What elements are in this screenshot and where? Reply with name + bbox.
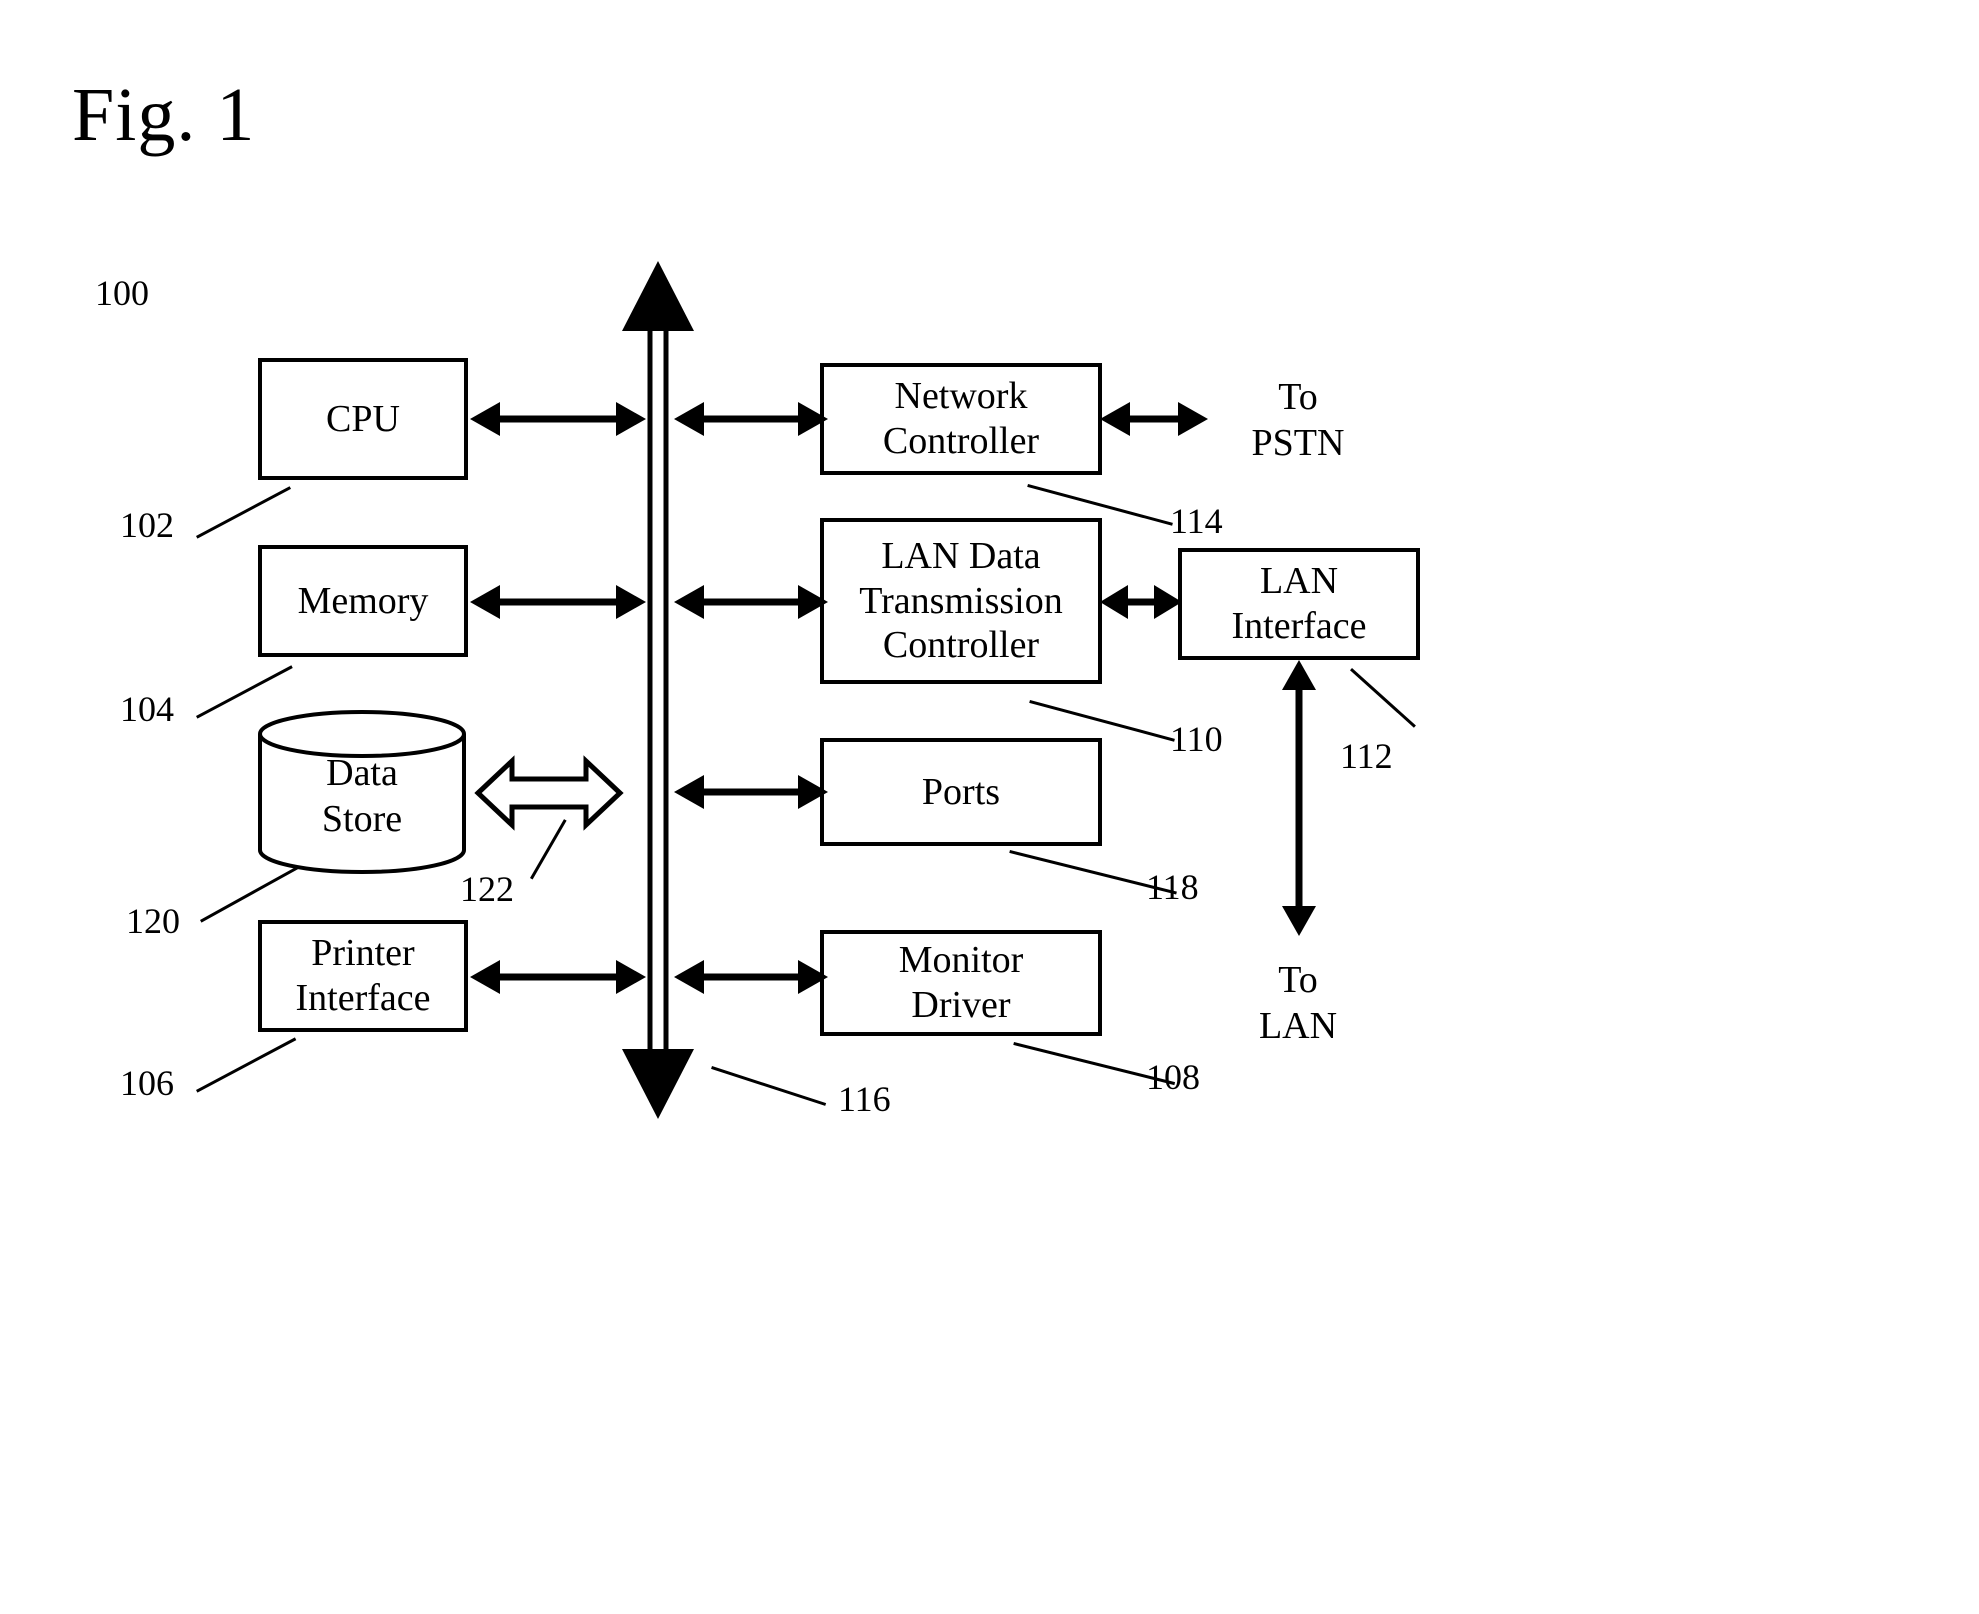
block-lan-data-transmission-controller[interactable]: LAN Data Transmission Controller — [820, 518, 1102, 684]
arrow-data-store-bus-hollow — [474, 755, 624, 831]
leader-line-110 — [1029, 700, 1175, 742]
ref-numeral-108: 108 — [1146, 1057, 1200, 1097]
block-data-store-label-line1: Data — [326, 752, 398, 795]
block-monitor-driver-label-line2: Driver — [911, 984, 1011, 1026]
block-lan-ctrl-label-line3: Controller — [882, 624, 1040, 667]
ref-numeral-102: 102 — [120, 505, 174, 545]
block-ports[interactable]: Ports — [820, 738, 1102, 846]
ref-numeral-120: 120 — [126, 901, 180, 941]
external-label-lan-line2: LAN — [1258, 1004, 1338, 1047]
block-lan-interface-label-line2: Interface — [1231, 605, 1367, 647]
block-cpu[interactable]: CPU — [258, 358, 468, 480]
arrow-printer-bus — [470, 960, 646, 994]
external-label-lan-line1: To — [1278, 959, 1318, 1001]
block-printer-interface-label-line2: Interface — [295, 977, 431, 1019]
leader-line-116 — [711, 1066, 827, 1106]
block-monitor-driver[interactable]: Monitor Driver — [820, 930, 1102, 1036]
arrow-bus-monitor-driver — [674, 960, 828, 994]
external-label-pstn: To PSTN — [1208, 375, 1388, 466]
block-lan-data-transmission-controller-label: LAN Data Transmission Controller — [853, 534, 1068, 668]
block-network-controller[interactable]: Network Controller — [820, 363, 1102, 475]
leader-line-102 — [196, 486, 292, 539]
ref-numeral-106: 106 — [120, 1063, 174, 1103]
figure-title: Fig. 1 — [72, 73, 256, 157]
leader-line-112 — [1349, 668, 1416, 728]
ref-numeral-100: 100 — [95, 273, 149, 313]
block-ports-label: Ports — [921, 770, 1001, 813]
block-printer-interface-label-line1: Printer — [311, 932, 415, 975]
external-label-pstn-line2: PSTN — [1251, 421, 1345, 464]
block-cpu-label: CPU — [326, 397, 400, 440]
ref-numeral-118: 118 — [1146, 867, 1199, 907]
block-data-store[interactable]: Data Store — [256, 708, 468, 878]
ref-numeral-114: 114 — [1170, 501, 1223, 541]
block-lan-interface-label-line1: LAN — [1259, 560, 1339, 603]
block-lan-interface-label: LAN Interface — [1226, 559, 1373, 649]
arrow-lan-controller-lan-interface — [1100, 585, 1182, 619]
leader-line-106 — [196, 1037, 297, 1093]
ref-numeral-104: 104 — [120, 689, 174, 729]
block-data-store-label-line2: Store — [321, 797, 403, 840]
arrow-cpu-bus — [470, 402, 646, 436]
block-monitor-driver-label-line1: Monitor — [898, 939, 1024, 982]
block-memory-label: Memory — [297, 579, 429, 622]
block-data-store-label: Data Store — [256, 751, 468, 842]
ref-numeral-110: 110 — [1170, 719, 1223, 759]
block-network-controller-label-line1: Network — [894, 375, 1028, 418]
block-printer-interface-label: Printer Interface — [290, 931, 437, 1021]
block-network-controller-label: Network Controller — [877, 374, 1045, 464]
arrow-lan-interface-to-lan — [1282, 660, 1316, 936]
block-monitor-driver-label: Monitor Driver — [893, 938, 1030, 1028]
block-printer-interface[interactable]: Printer Interface — [258, 920, 468, 1032]
arrow-network-controller-pstn — [1100, 402, 1208, 436]
block-lan-ctrl-label-line1: LAN Data — [881, 534, 1041, 577]
arrow-bus-network-controller — [674, 402, 828, 436]
leader-line-120 — [200, 865, 300, 923]
block-memory[interactable]: Memory — [258, 545, 468, 657]
ref-numeral-112: 112 — [1340, 736, 1393, 776]
block-network-controller-label-line2: Controller — [882, 420, 1040, 462]
external-label-pstn-line1: To — [1278, 376, 1318, 418]
block-lan-ctrl-label-line2: Transmission — [859, 579, 1063, 622]
block-lan-interface[interactable]: LAN Interface — [1178, 548, 1420, 660]
figure-canvas: Fig. 1 100 116 CPU 102 Memory 104 Data S… — [0, 0, 1979, 1614]
arrow-bus-lan-data-controller — [674, 585, 828, 619]
arrow-bus-ports — [674, 775, 828, 809]
external-label-lan: To LAN — [1208, 958, 1388, 1049]
ref-numeral-122: 122 — [460, 869, 514, 909]
arrow-memory-bus — [470, 585, 646, 619]
ref-numeral-116: 116 — [838, 1079, 891, 1119]
